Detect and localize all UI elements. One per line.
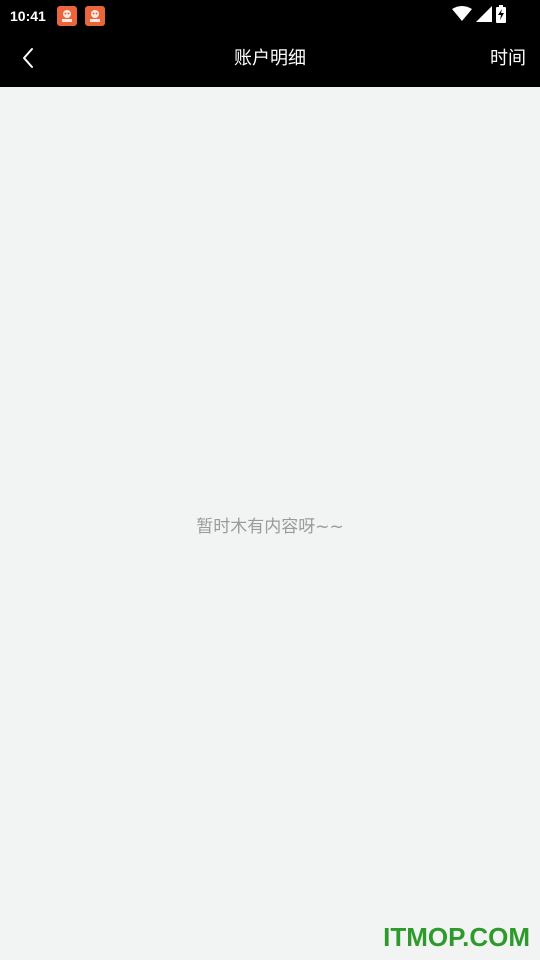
- status-icons: [452, 5, 506, 27]
- wifi-icon: [452, 6, 472, 26]
- battery-charging-icon: [496, 5, 506, 27]
- cellular-signal-icon: [476, 6, 492, 26]
- page-title: 账户明细: [234, 48, 306, 69]
- chevron-left-icon: [21, 47, 35, 73]
- screen: 10:41 账户明细 时间 暂时木有内容呀~~ ITMOP.COM: [0, 0, 540, 960]
- status-bar: 10:41: [0, 0, 540, 32]
- navigation-bar: 账户明细 时间: [0, 32, 540, 87]
- app-notification-icon: [57, 6, 77, 26]
- empty-state-message: 暂时木有内容呀~~: [196, 517, 344, 537]
- status-time: 10:41: [10, 8, 46, 24]
- time-filter-button[interactable]: 时间: [490, 47, 526, 71]
- back-button[interactable]: [10, 42, 46, 78]
- app-notification-icon: [85, 6, 105, 26]
- watermark-logo: ITMOP.COM: [383, 922, 530, 952]
